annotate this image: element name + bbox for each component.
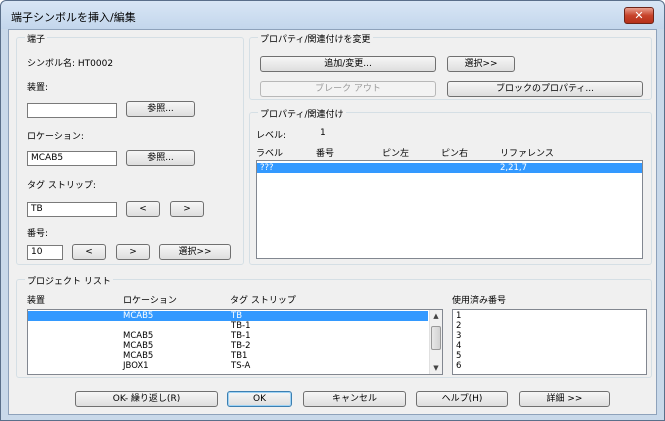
table-row[interactable]: MCAB5 TB-1 [28,331,428,341]
project-list-group: プロジェクト リスト 装置 ロケーション タグ ストリップ 使用済み番号 MCA… [16,274,652,378]
used-number-item[interactable]: 3 [456,331,461,341]
tagstrip-input[interactable]: TB [27,202,117,217]
close-icon: ✕ [634,9,644,22]
used-number-item[interactable]: 2 [456,321,461,331]
location-label: ロケーション: [27,132,84,142]
number-select-button[interactable]: 選択>> [159,244,231,260]
terminal-group-title: 端子 [25,32,48,45]
row-tagstrip: TB-1 [231,331,251,341]
details-button[interactable]: 詳細 >> [519,391,610,407]
row-location: MCAB5 [123,341,154,351]
properties-col-pin-left: ピン左 [382,149,410,159]
project-list-title: プロジェクト リスト [25,274,113,287]
project-col-device: 装置 [27,296,46,306]
row-location: JBOX1 [123,361,149,371]
properties-group-title: プロパティ/関連付け [258,107,346,120]
table-row[interactable]: MCAB5 TB [28,311,428,321]
dialog-window: 端子シンボルを挿入/編集 ✕ 端子 シンボル名: HT0002 装置: 参照..… [0,0,665,421]
number-next-button[interactable]: > [116,244,150,260]
cancel-button[interactable]: キャンセル [303,391,406,407]
properties-col-label: ラベル [256,149,284,159]
row-location: MCAB5 [123,331,154,341]
properties-group: プロパティ/関連付け レベル: 1 ラベル 番号 ピン左 ピン右 リファレンス … [249,107,652,265]
location-input[interactable]: MCAB5 [27,151,117,166]
table-row[interactable]: JBOX1 TS-A [28,361,428,371]
scroll-down-icon[interactable]: ▼ [430,362,442,374]
properties-change-title: プロパティ/関連付けを変更 [258,32,373,45]
properties-row-label: ??? [260,163,274,173]
location-browse-button[interactable]: 参照... [126,150,195,166]
help-button[interactable]: ヘルプ(H) [416,391,508,407]
ok-button[interactable]: OK [227,391,292,407]
used-number-item[interactable]: 6 [456,361,461,371]
properties-row-reference: 2,21,7 [500,163,528,173]
device-label: 装置: [27,83,49,93]
scroll-up-icon[interactable]: ▲ [430,310,442,322]
properties-col-number: 番号 [316,149,335,159]
properties-select-button[interactable]: 選択>> [447,56,515,72]
title-bar[interactable]: 端子シンボルを挿入/編集 ✕ [1,1,664,29]
row-tagstrip: TS-A [231,361,251,371]
used-numbers-list[interactable]: 1 2 3 4 5 6 [452,309,647,375]
dialog-body: 端子 シンボル名: HT0002 装置: 参照... ロケーション: MCAB5… [8,29,657,415]
level-label: レベル: [256,131,287,141]
project-list-scrollbar[interactable]: ▲ ▼ [429,310,442,374]
used-number-item[interactable]: 4 [456,341,461,351]
table-row[interactable]: TB-1 [28,321,428,331]
scroll-thumb[interactable] [431,326,441,350]
properties-row[interactable]: ??? 2,21,7 [257,163,642,173]
project-col-location: ロケーション [123,296,177,306]
table-row[interactable]: MCAB5 TB1 [28,351,428,361]
project-col-used-numbers: 使用済み番号 [452,296,507,306]
table-row[interactable]: MCAB5 TB-2 [28,341,428,351]
tagstrip-label: タグ ストリップ: [27,181,96,191]
close-button[interactable]: ✕ [624,7,654,24]
project-list[interactable]: MCAB5 TB TB-1 MCAB5 TB-1 MCAB5 TB-2 MCAB… [27,309,443,375]
row-location: MCAB5 [123,351,154,361]
properties-col-pin-right: ピン右 [441,149,469,159]
row-tagstrip: TB [231,311,243,321]
row-tagstrip: TB1 [231,351,248,361]
properties-list[interactable]: ??? 2,21,7 [256,160,643,259]
used-number-item[interactable]: 1 [456,311,461,321]
breakout-button[interactable]: ブレーク アウト [260,81,436,97]
number-input[interactable]: 10 [27,245,63,260]
block-properties-button[interactable]: ブロックのプロパティ... [447,81,643,97]
properties-change-group: プロパティ/関連付けを変更 追加/変更... 選択>> ブレーク アウト ブロッ… [249,32,652,100]
window-title: 端子シンボルを挿入/編集 [11,11,136,24]
terminal-group: 端子 シンボル名: HT0002 装置: 参照... ロケーション: MCAB5… [16,32,244,265]
device-input[interactable] [27,103,117,118]
row-tagstrip: TB-2 [231,341,251,351]
row-tagstrip: TB-1 [231,321,251,331]
used-number-item[interactable]: 5 [456,351,461,361]
add-change-button[interactable]: 追加/変更... [260,56,436,72]
properties-col-reference: リファレンス [500,149,554,159]
row-location: MCAB5 [123,311,154,321]
tagstrip-next-button[interactable]: > [170,201,204,217]
number-label: 番号: [27,229,49,239]
project-col-tagstrip: タグ ストリップ [230,296,296,306]
number-prev-button[interactable]: < [72,244,106,260]
ok-repeat-button[interactable]: OK- 繰り返し(R) [75,391,218,407]
symbol-name-label: シンボル名: HT0002 [27,59,114,69]
tagstrip-prev-button[interactable]: < [126,201,160,217]
device-browse-button[interactable]: 参照... [126,101,195,117]
level-value: 1 [320,128,326,138]
